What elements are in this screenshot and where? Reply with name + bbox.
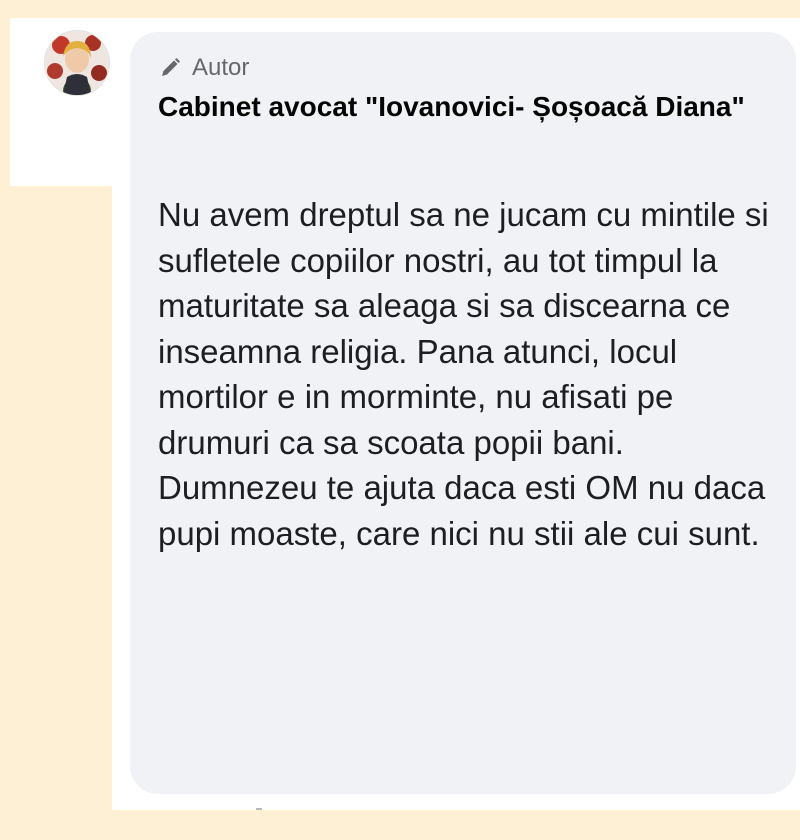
author-badge: Autor [158, 52, 249, 84]
avatar[interactable] [44, 30, 110, 96]
pencil-icon [162, 58, 180, 76]
comment-text: Nu avem dreptul sa ne jucam cu mintile s… [158, 196, 769, 552]
author-badge-label: Autor [192, 54, 250, 81]
divider [256, 808, 262, 810]
comment-author-name[interactable]: Cabinet avocat "Iovanovici- Șoșoacă Dian… [158, 88, 778, 126]
comment-bubble: Autor Cabinet avocat "Iovanovici- Șoșoac… [130, 32, 796, 794]
